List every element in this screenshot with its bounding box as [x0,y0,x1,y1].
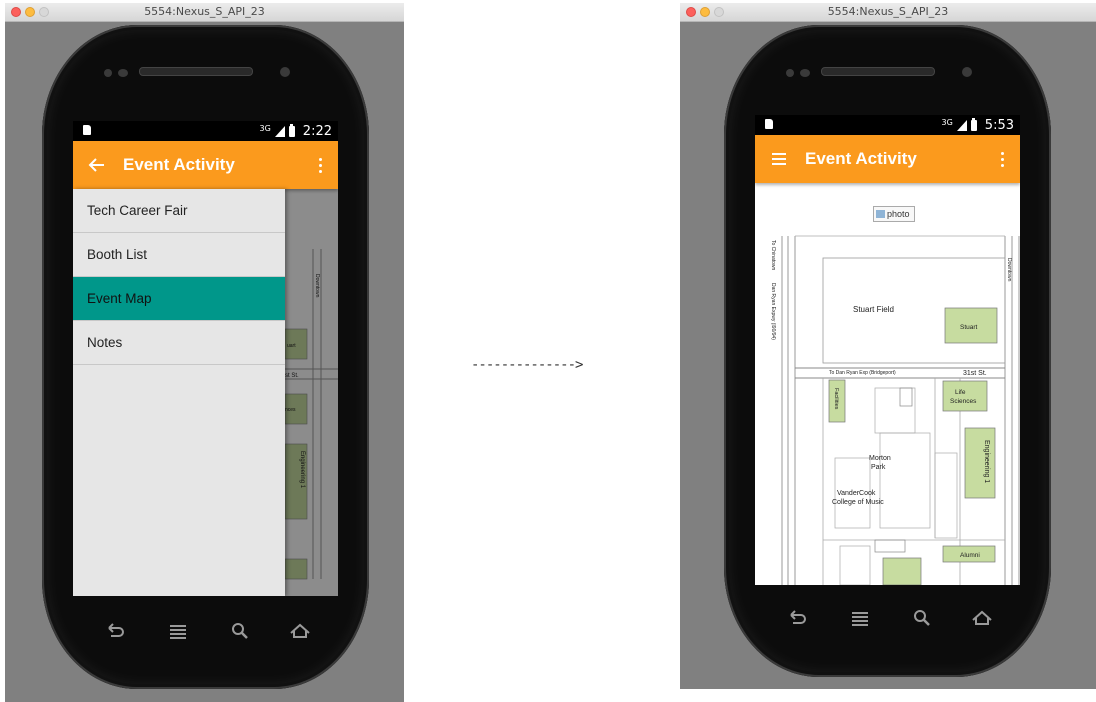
status-time: 2:22 [302,124,332,139]
back-icon[interactable] [786,607,808,629]
menu-icon[interactable] [849,607,871,629]
overflow-menu-icon[interactable] [310,153,330,177]
hamburger-menu-icon[interactable] [767,147,791,174]
map-label-stuart: Stuart [960,324,978,331]
sensor-icon [786,69,794,77]
phone-frame: 3G 5:53 Event Activity photo To Chinatow… [724,25,1051,677]
map-label-alumni: Alumni [960,552,980,559]
status-time: 5:53 [984,118,1014,133]
map-label-dan-ryan: Dan Ryan Expwy (I90/94) [770,283,776,340]
signal-icon [956,120,967,131]
back-icon[interactable] [104,620,126,642]
navigation-drawer: Tech Career Fair Booth List Event Map No… [73,189,285,596]
map-label-sciences: Sciences [950,398,977,405]
network-type: 3G [259,124,271,133]
home-icon[interactable] [288,620,312,642]
sensor-icon [118,69,128,77]
hardware-nav-buttons [774,607,1001,631]
home-icon[interactable] [970,607,994,629]
phone-screen: 3G 5:53 Event Activity photo To Chinatow… [755,115,1020,585]
hardware-nav-buttons [92,620,319,644]
map-label-stuart-field: Stuart Field [853,305,894,314]
network-type: 3G [941,118,953,127]
map-label-life: Life [955,389,966,396]
battery-icon [970,118,977,131]
map-label-engineering: Engineering 1 [983,440,990,483]
app-title: Event Activity [123,155,235,174]
sd-card-icon [83,125,91,135]
search-icon[interactable] [229,620,251,642]
sd-card-icon [765,119,773,129]
front-camera-icon [962,67,972,77]
map-label-vandercook: VanderCook [837,490,876,497]
drawer-item-booth-list[interactable]: Booth List [73,233,285,277]
drawer-item-event-map[interactable]: Event Map [73,277,285,321]
status-bar: 3G 2:22 [73,121,338,141]
search-icon[interactable] [911,607,933,629]
window-title: 5554:Nexus_S_API_23 [827,5,949,18]
event-map: To Chinatown Dan Ryan Expwy (I90/94) Dow… [755,228,1020,585]
map-label-morton: Morton [869,455,891,462]
overflow-menu-icon[interactable] [992,147,1012,171]
window-title: 5554:Nexus_S_API_23 [144,5,265,18]
window-title-bar[interactable]: 5554:Nexus_S_API_23 [680,3,1096,22]
broken-image-photo: photo [873,206,915,222]
earpiece-speaker [821,67,935,76]
map-label-to-dan-ryan: To Dan Ryan Exp (Bridgeport) [829,370,896,376]
right-emulator-window: 5554:Nexus_S_API_23 3G 5:53 Event Activi… [680,3,1096,689]
battery-icon [288,124,295,137]
drawer-scrim[interactable] [285,189,338,596]
map-label-downtown: Downtown [1006,258,1012,282]
front-camera-icon [280,67,290,77]
phone-screen: 3G 2:22 Event Activity uart st St. nces … [73,121,338,596]
map-label-facilities: Facilities [833,388,839,410]
signal-icon [274,126,285,137]
phone-frame: 3G 2:22 Event Activity uart st St. nces … [42,25,369,689]
left-emulator-window: 5554:Nexus_S_API_23 3G 2:22 Event Activi… [5,3,404,702]
earpiece-speaker [139,67,253,76]
drawer-item-tech-career-fair[interactable]: Tech Career Fair [73,189,285,233]
status-bar: 3G 5:53 [755,115,1020,135]
sensor-icon [800,69,810,77]
map-label-college-of-music: College of Music [832,499,884,506]
sensor-icon [104,69,112,77]
app-title: Event Activity [805,149,917,168]
app-bar: Event Activity [73,141,338,189]
back-arrow-icon[interactable] [85,153,109,180]
map-label-park: Park [871,464,886,471]
menu-icon[interactable] [167,620,189,642]
map-label-to-chinatown: To Chinatown [770,240,776,271]
app-bar: Event Activity [755,135,1020,183]
map-content: photo To Chinatown Dan Ryan Expwy (I90/9… [755,183,1020,585]
window-title-bar[interactable]: 5554:Nexus_S_API_23 [5,3,404,22]
drawer-item-notes[interactable]: Notes [73,321,285,365]
transition-arrow: --------------> [471,357,583,373]
map-label-31st-st: 31st St. [963,370,987,377]
